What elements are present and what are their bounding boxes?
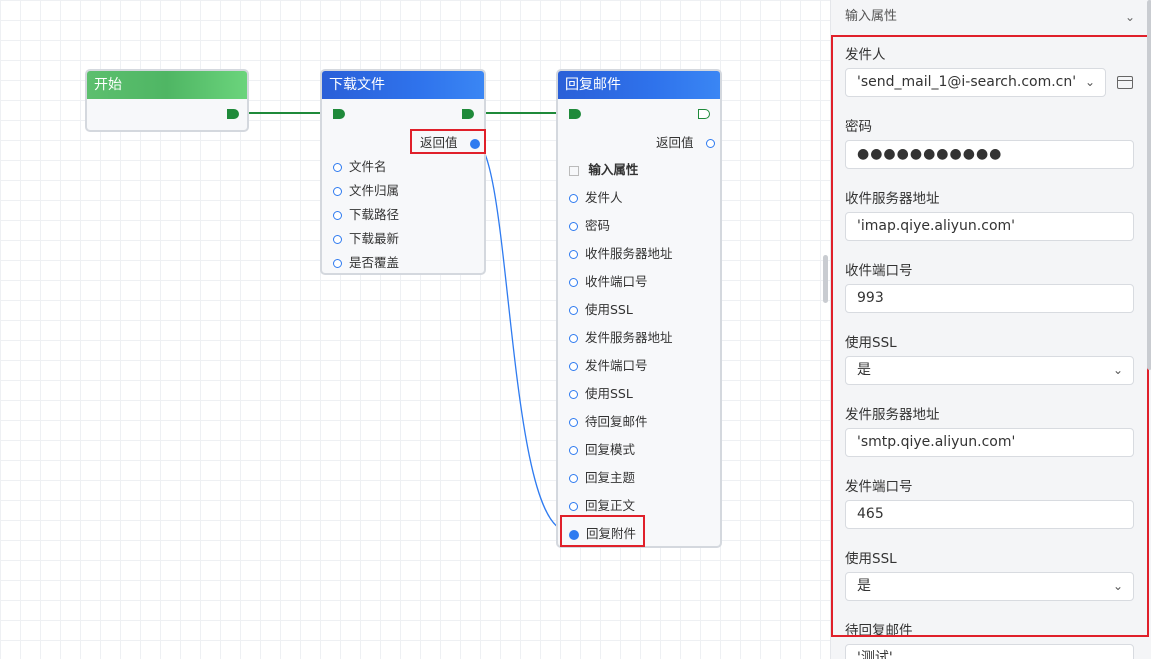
input-port-row: 文件归属 xyxy=(333,179,399,203)
panel-title: 输入属性 xyxy=(845,9,898,24)
input-port-icon[interactable] xyxy=(333,235,342,244)
input-port-row: 使用SSL xyxy=(569,298,633,322)
input-port-row: 发件端口号 xyxy=(569,354,648,378)
flow-in-port[interactable] xyxy=(569,109,581,119)
input-port-row: 收件服务器地址 xyxy=(569,242,673,266)
input-port-icon[interactable] xyxy=(333,211,342,220)
input-port-row: 密码 xyxy=(569,214,610,238)
input-port-icon[interactable] xyxy=(333,163,342,172)
input-port-row: 收件端口号 xyxy=(569,270,648,294)
highlight-panel-fields xyxy=(831,35,1149,637)
input-port-row: 下载路径 xyxy=(333,203,399,227)
input-port-icon[interactable] xyxy=(569,194,578,203)
input-port-icon[interactable] xyxy=(569,362,578,371)
node-download-file[interactable]: 下载文件 返回值 文件名 文件归属 下载路径 下载最新 是否覆盖 xyxy=(320,69,486,275)
canvas-scrollbar[interactable] xyxy=(823,255,828,303)
input-port-icon[interactable] xyxy=(569,502,578,511)
input-port-icon[interactable] xyxy=(569,418,578,427)
node-start-title: 开始 xyxy=(87,71,247,99)
input-port-icon[interactable] xyxy=(569,278,578,287)
input-port-row: 待回复邮件 xyxy=(569,410,648,434)
input-port-icon[interactable] xyxy=(569,222,578,231)
input-port-icon[interactable] xyxy=(569,306,578,315)
property-panel: 输入属性 ⌄ 发件人 'send_mail_1@i-search.com.cn'… xyxy=(830,0,1151,659)
panel-scrollbar[interactable] xyxy=(1147,0,1151,370)
input-port-row: 回复主题 xyxy=(569,466,635,490)
flow-canvas[interactable]: 开始 下载文件 返回值 文件名 文件归属 下载路径 下载最新 是否覆盖 回复邮件… xyxy=(0,0,830,659)
section-input-properties[interactable]: 输入属性 xyxy=(569,158,638,182)
return-value-row: 返回值 xyxy=(656,131,715,155)
return-value-port[interactable] xyxy=(705,139,715,148)
input-port-row: 下载最新 xyxy=(333,227,399,251)
input-port-icon[interactable] xyxy=(569,334,578,343)
panel-header[interactable]: 输入属性 ⌄ xyxy=(831,0,1151,34)
return-value-label: 返回值 xyxy=(656,135,694,150)
input-port-row: 是否覆盖 xyxy=(333,251,399,275)
node-reply-mail[interactable]: 回复邮件 返回值 输入属性 发件人 密码 收件服务器地址 收件端口号 使用SSL… xyxy=(556,69,722,548)
input-port-icon[interactable] xyxy=(569,474,578,483)
input-port-icon[interactable] xyxy=(333,259,342,268)
node-download-title: 下载文件 xyxy=(322,71,484,99)
flow-out-port[interactable] xyxy=(698,109,710,119)
input-port-row: 发件人 xyxy=(569,186,623,210)
node-reply-title: 回复邮件 xyxy=(558,71,720,99)
input-port-icon[interactable] xyxy=(333,187,342,196)
highlight-return-value xyxy=(410,129,486,154)
flow-out-port[interactable] xyxy=(227,109,239,119)
chevron-down-icon[interactable]: ⌄ xyxy=(1125,0,1135,34)
data-wire-return-to-attachment xyxy=(473,140,569,532)
flow-in-port[interactable] xyxy=(333,109,345,119)
input-port-icon[interactable] xyxy=(569,250,578,259)
input-port-icon[interactable] xyxy=(569,446,578,455)
highlight-reply-attachment xyxy=(560,515,645,547)
node-start[interactable]: 开始 xyxy=(85,69,249,132)
input-port-icon[interactable] xyxy=(569,390,578,399)
input-port-row: 文件名 xyxy=(333,155,387,179)
pending-mail-input[interactable]: '测试' xyxy=(845,644,1134,659)
collapse-toggle-icon[interactable] xyxy=(569,165,579,176)
input-port-row: 使用SSL xyxy=(569,382,633,406)
input-port-row: 回复模式 xyxy=(569,438,635,462)
input-port-row: 发件服务器地址 xyxy=(569,326,673,350)
flow-out-port[interactable] xyxy=(462,109,474,119)
